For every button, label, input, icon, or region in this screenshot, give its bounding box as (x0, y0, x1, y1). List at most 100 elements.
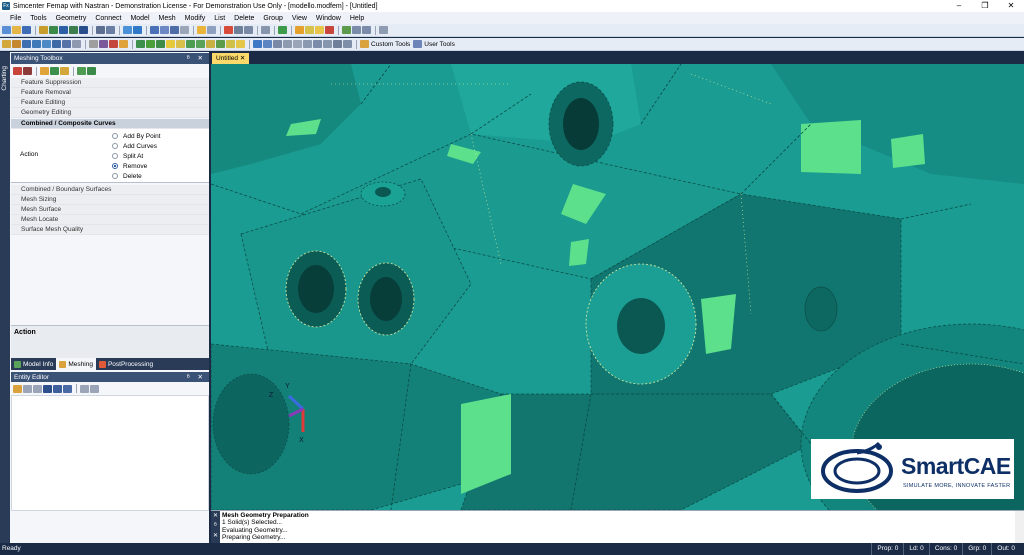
stop-icon[interactable] (224, 26, 233, 34)
curve-icon[interactable] (32, 40, 41, 48)
entity-select-icon[interactable] (50, 67, 59, 75)
model-info-icon[interactable] (39, 26, 48, 34)
workplane-icon[interactable] (342, 26, 351, 34)
expand-all-icon[interactable] (80, 384, 89, 393)
option-delete[interactable]: Delete (110, 171, 209, 181)
section-feature-editing[interactable]: Feature Editing (11, 98, 209, 108)
select-icon[interactable] (244, 26, 253, 34)
option-remove[interactable]: Remove (110, 161, 209, 171)
measure-icon[interactable] (180, 26, 189, 34)
option-split-at[interactable]: Split At (110, 151, 209, 161)
view-icon[interactable] (123, 26, 132, 34)
menu-connect[interactable]: Connect (95, 15, 121, 22)
export-icon[interactable] (106, 26, 115, 34)
tab-untitled[interactable]: Untitled ✕ (212, 53, 250, 64)
erase-icon[interactable] (325, 26, 334, 34)
sort-icon[interactable] (53, 384, 62, 393)
revolve-icon[interactable] (323, 40, 332, 48)
menu-window[interactable]: Window (316, 15, 341, 22)
check-icon[interactable] (278, 26, 287, 34)
load-icon[interactable] (166, 40, 175, 48)
restore-button[interactable]: ❐ (972, 0, 998, 12)
graphics-window[interactable]: Y Z X SmartCAE SIMULATE MORE, INNOVATE F… (211, 64, 1024, 510)
solid-icon[interactable] (12, 40, 21, 48)
pencil-icon[interactable] (315, 26, 324, 34)
section-mesh-locate[interactable]: Mesh Locate (11, 215, 209, 225)
edit-icon[interactable] (59, 26, 68, 34)
node-icon[interactable] (52, 40, 61, 48)
status-group[interactable]: Grp: 0 (962, 543, 991, 555)
section-geometry-editing[interactable]: Geometry Editing (11, 108, 209, 118)
entity-editor-grid[interactable] (11, 395, 209, 511)
style-icon[interactable] (119, 40, 128, 48)
categorize-icon[interactable] (43, 384, 52, 393)
section-mesh-sizing[interactable]: Mesh Sizing (11, 195, 209, 205)
function-icon[interactable] (206, 40, 215, 48)
solve-icon[interactable] (207, 26, 216, 34)
connect-icon[interactable] (216, 40, 225, 48)
highlight-icon[interactable] (305, 26, 314, 34)
status-load[interactable]: Ld: 0 (903, 543, 928, 555)
select-entity-icon[interactable] (13, 384, 22, 393)
expand-icon[interactable] (77, 67, 86, 75)
analysis-icon[interactable] (197, 26, 206, 34)
contact-icon[interactable] (236, 40, 245, 48)
surface-icon[interactable] (22, 40, 31, 48)
user-tools-icon[interactable] (413, 40, 423, 48)
section-feature-removal[interactable]: Feature Removal (11, 88, 209, 98)
list-entity-icon[interactable] (23, 384, 32, 393)
menu-geometry[interactable]: Geometry (56, 15, 87, 22)
list-icon[interactable] (150, 26, 159, 34)
status-output[interactable]: Out: 0 (991, 543, 1020, 555)
layer-icon[interactable] (170, 26, 179, 34)
section-combined-boundary-surfaces[interactable]: Combined / Boundary Surfaces (11, 185, 209, 195)
render-icon[interactable] (362, 26, 371, 34)
tab-meshing[interactable]: Meshing (56, 358, 96, 370)
options-icon[interactable] (379, 26, 388, 34)
region-icon[interactable] (226, 40, 235, 48)
menu-list[interactable]: List (214, 15, 225, 22)
menu-mesh[interactable]: Mesh (159, 15, 176, 22)
copy-entity-icon[interactable] (33, 384, 42, 393)
user-tools-button[interactable]: User Tools (424, 41, 455, 48)
collapse-icon[interactable] (87, 67, 96, 75)
custom-tools-icon[interactable] (360, 40, 369, 48)
move-icon[interactable] (273, 40, 282, 48)
hide-icon[interactable] (89, 40, 98, 48)
print-icon[interactable] (96, 26, 105, 34)
open-icon[interactable] (12, 26, 21, 34)
constraint-icon[interactable] (176, 40, 185, 48)
custom-tools-button[interactable]: Custom Tools (371, 41, 410, 48)
femap-app-icon[interactable]: Fx (2, 2, 10, 10)
size-icon[interactable] (156, 40, 165, 48)
section-surface-mesh-quality[interactable]: Surface Mesh Quality (11, 225, 209, 235)
remove-tool-icon[interactable] (23, 67, 32, 75)
section-feature-suppression[interactable]: Feature Suppression (11, 78, 209, 88)
tab-model-info[interactable]: Model Info (11, 358, 56, 370)
rotate-icon[interactable] (133, 26, 142, 34)
tab-close-icon[interactable]: ✕ (240, 55, 245, 62)
filter-entity-icon[interactable] (63, 384, 72, 393)
table-icon[interactable] (79, 26, 88, 34)
menu-tools[interactable]: Tools (30, 15, 46, 22)
messages-scrollbar[interactable] (1015, 511, 1024, 544)
messages-close-icon[interactable]: ✕ (211, 511, 220, 521)
option-add-by-point[interactable]: Add By Point (110, 131, 209, 141)
grid-icon[interactable] (69, 26, 78, 34)
section-combined-composite-curves[interactable]: Combined / Composite Curves (11, 119, 209, 129)
stitch-icon[interactable] (343, 40, 352, 48)
close-button[interactable]: ✕ (998, 0, 1024, 12)
snap-icon[interactable] (261, 26, 270, 34)
menu-help[interactable]: Help (350, 15, 364, 22)
tool-settings-icon[interactable] (40, 67, 49, 75)
extrude-icon[interactable] (313, 40, 322, 48)
add-tool-icon[interactable] (13, 67, 22, 75)
material-icon[interactable] (196, 40, 205, 48)
option-add-curves[interactable]: Add Curves (110, 141, 209, 151)
new-icon[interactable] (2, 26, 11, 34)
copy-icon[interactable] (49, 26, 58, 34)
remesh-icon[interactable] (146, 40, 155, 48)
sweep-icon[interactable] (333, 40, 342, 48)
distribute-icon[interactable] (263, 40, 272, 48)
status-prop[interactable]: Prop: 0 (871, 543, 903, 555)
